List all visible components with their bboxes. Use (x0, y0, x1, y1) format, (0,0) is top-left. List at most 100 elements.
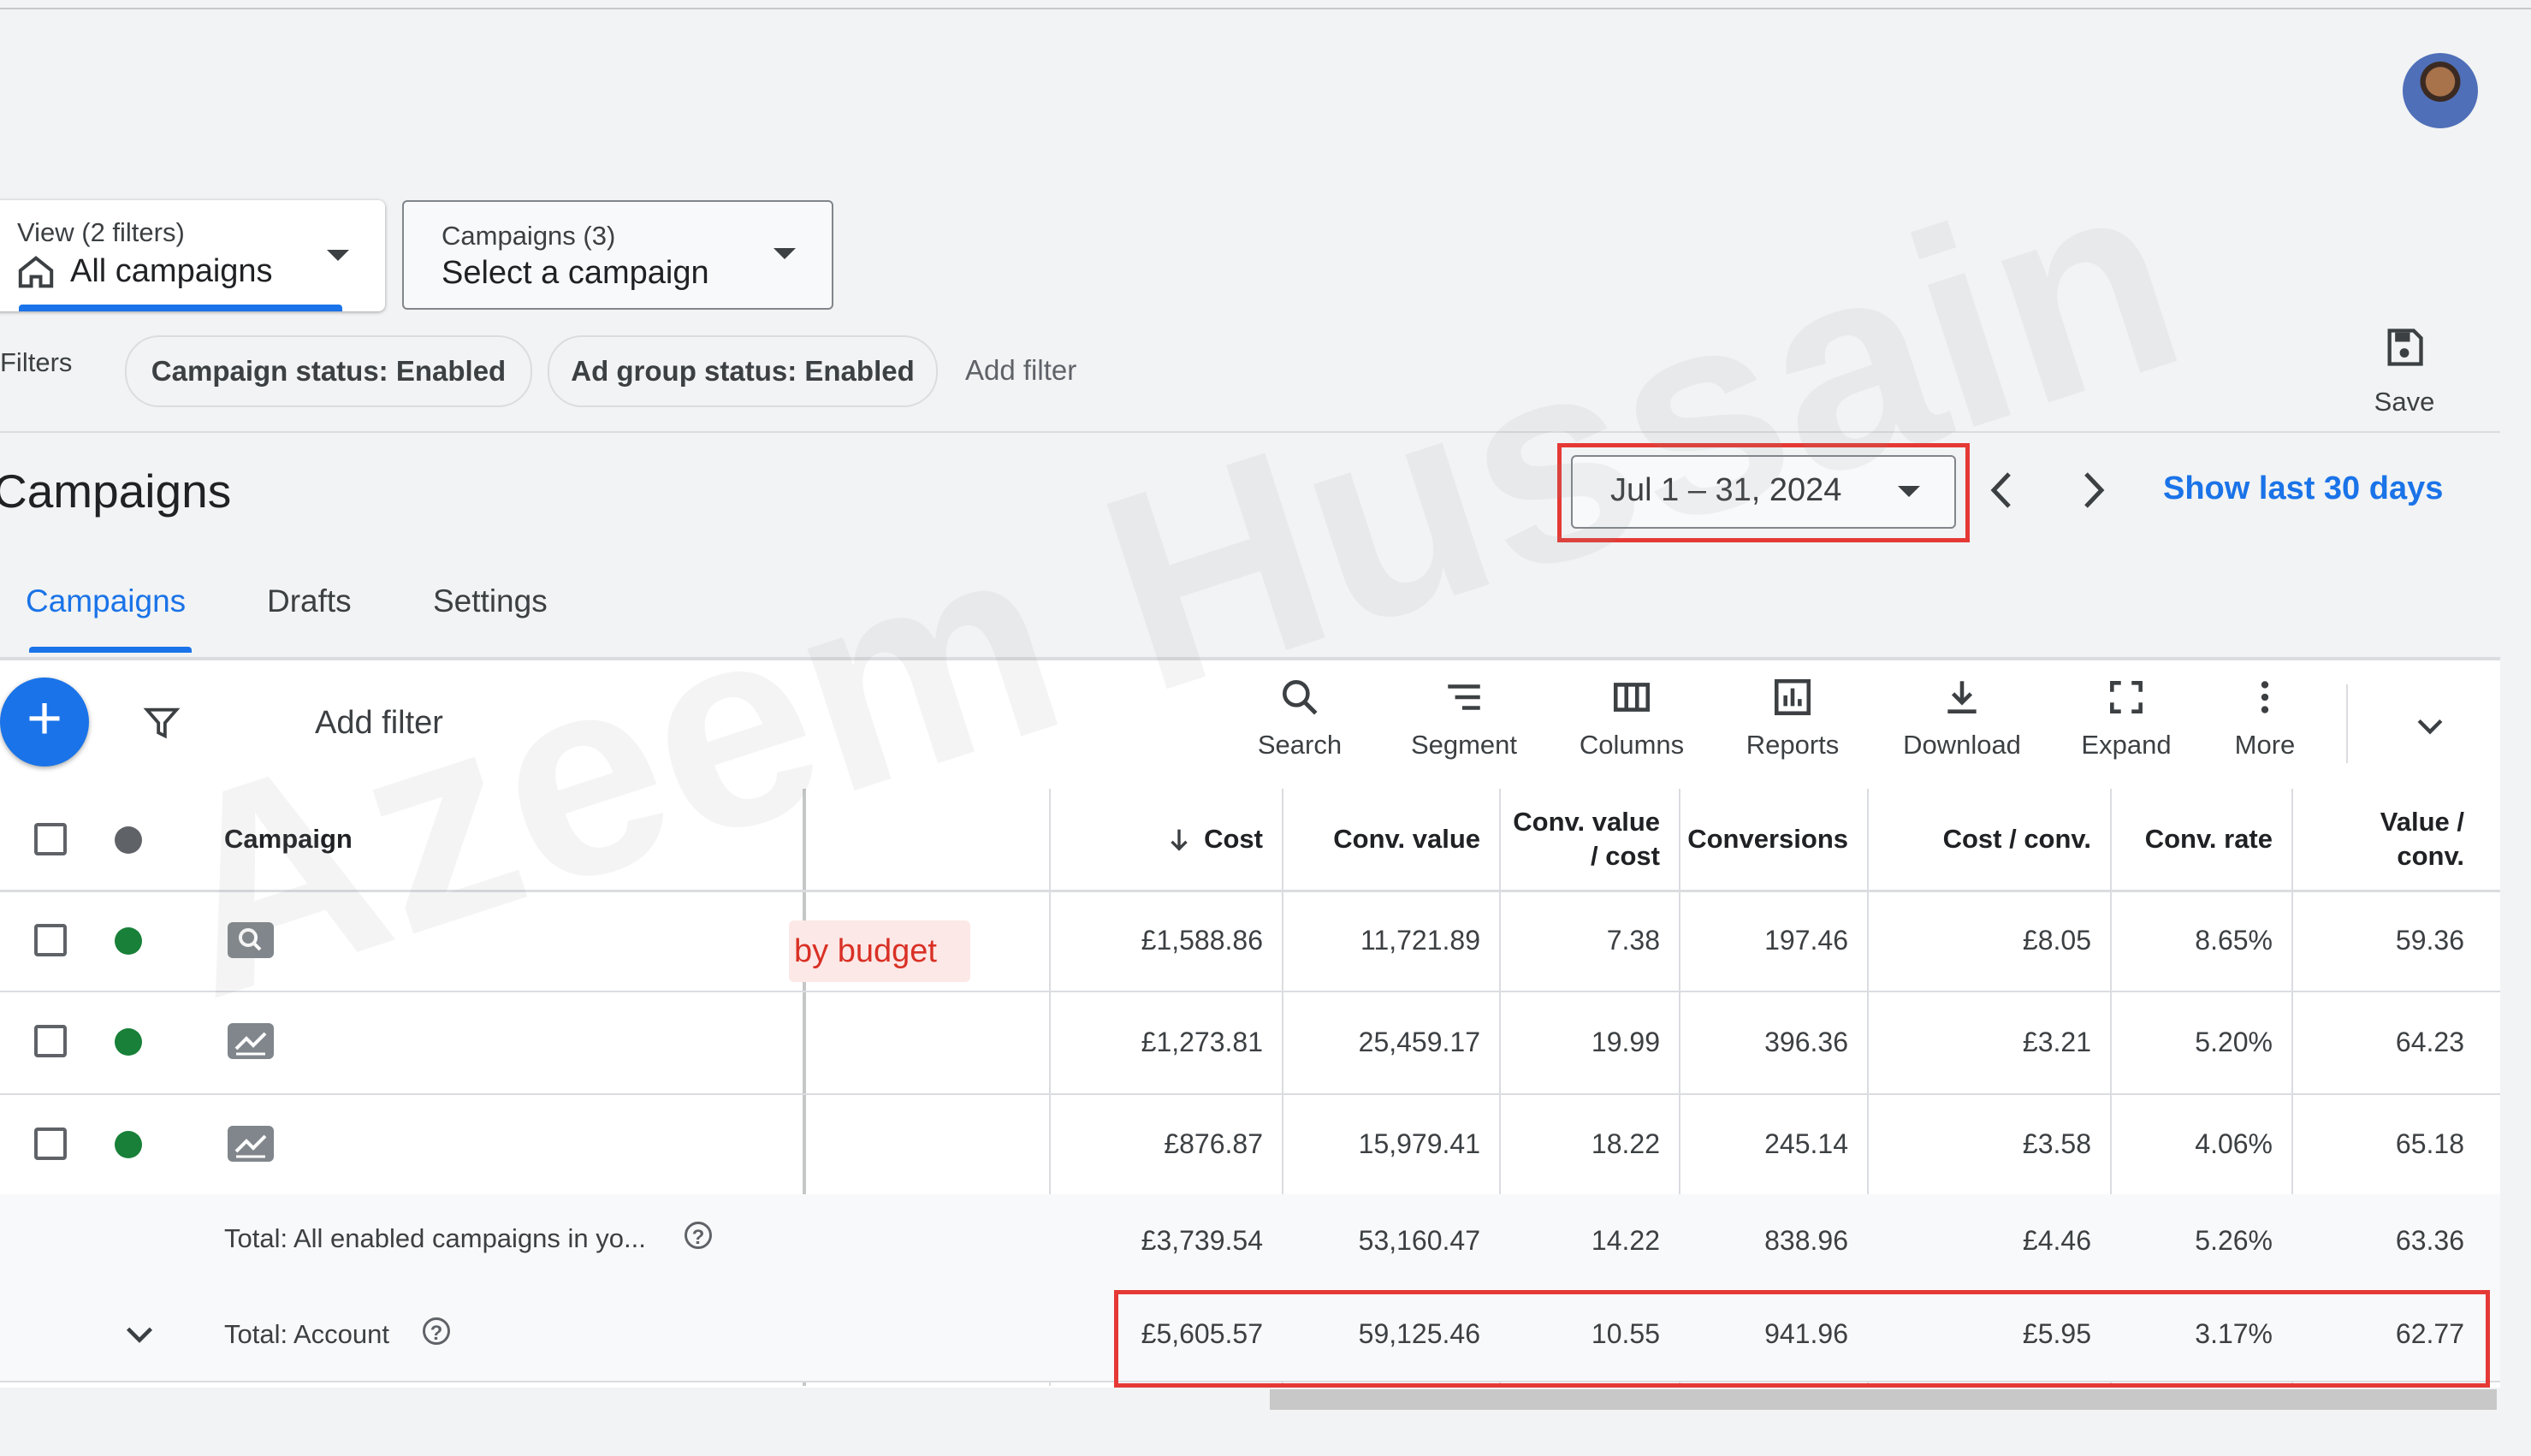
columns-icon (1613, 683, 1651, 712)
expand-tool-label: Expand (2081, 730, 2172, 760)
status-badge: by budget (789, 920, 970, 982)
cell-conv-value-cost: 14.22 (1591, 1224, 1660, 1256)
active-tab-indicator (29, 647, 192, 653)
tab-drafts[interactable]: Drafts (267, 583, 352, 619)
select-all-checkbox[interactable] (34, 823, 67, 855)
header-cost-per-conv[interactable]: Cost / conv. (1867, 789, 2110, 890)
cell-conversions: 396.36 (1764, 1026, 1848, 1057)
performance-max-campaign-icon (228, 1126, 274, 1162)
cell-value-per-conv: 63.36 (2395, 1224, 2464, 1256)
row-checkbox[interactable] (34, 1128, 67, 1160)
save-icon[interactable] (2382, 325, 2427, 370)
campaign-dropdown-label: Campaigns (3) (442, 221, 616, 251)
view-dropdown-underline (19, 305, 342, 311)
top-divider (0, 8, 2531, 9)
more-vert-icon (2261, 681, 2269, 713)
tab-campaigns[interactable]: Campaigns (26, 583, 186, 619)
add-filter-link[interactable]: Add filter (965, 354, 1076, 387)
table-row[interactable]: £876.87 15,979.41 18.22 245.14 £3.58 4.0… (0, 1093, 2500, 1196)
filter-chip-ad-group-status[interactable]: Ad group status: Enabled (548, 335, 938, 407)
columns-tool[interactable]: Columns (1568, 676, 1696, 761)
more-tool[interactable]: More (2201, 676, 2329, 761)
view-dropdown-label: View (2 filters) (17, 217, 185, 247)
cell-value-per-conv: 65.18 (2395, 1128, 2464, 1159)
cell-value-per-conv: 64.23 (2395, 1026, 2464, 1057)
chevron-down-icon (327, 250, 349, 261)
search-tool-label: Search (1257, 730, 1343, 760)
save-label[interactable]: Save (2365, 387, 2444, 417)
reports-icon (1774, 678, 1811, 716)
download-tool-label: Download (1903, 730, 2021, 760)
header-conv-value[interactable]: Conv. value (1282, 789, 1499, 890)
avatar[interactable] (2403, 53, 2478, 128)
cell-cost: £876.87 (1164, 1128, 1263, 1159)
cell-value-per-conv: 59.36 (2395, 924, 2464, 956)
chevron-down-icon[interactable] (2411, 707, 2449, 744)
total-account-label: Total: Account (224, 1319, 390, 1349)
campaign-dropdown-value: Select a campaign (442, 255, 709, 291)
page-title: Campaigns (0, 465, 232, 518)
expand-tool[interactable]: Expand (2062, 676, 2190, 761)
cell-cost: £1,273.81 (1141, 1026, 1263, 1057)
segment-tool-label: Segment (1410, 730, 1518, 760)
cell-conv-value: 25,459.17 (1358, 1026, 1480, 1057)
header-conv-value-cost[interactable]: Conv. value / cost (1499, 789, 1679, 890)
show-last-30-days-link[interactable]: Show last 30 days (2163, 471, 2443, 507)
row-checkbox[interactable] (34, 1025, 67, 1057)
total-enabled-label: Total: All enabled campaigns in yo... (224, 1223, 646, 1253)
download-tool[interactable]: Download (1898, 676, 2026, 761)
cell-conv-value: 53,160.47 (1358, 1224, 1480, 1256)
cell-conv-value-cost: 7.38 (1606, 924, 1660, 956)
help-icon[interactable]: ? (423, 1317, 450, 1345)
row-checkbox[interactable] (34, 924, 67, 956)
cell-cost-per-conv: £4.46 (2022, 1224, 2091, 1256)
status-enabled-dot[interactable] (115, 1028, 142, 1056)
status-column-icon[interactable] (115, 826, 142, 854)
chevron-down-icon (774, 248, 796, 259)
cell-cost: £1,588.86 (1141, 924, 1263, 956)
cell-conv-rate: 5.26% (2195, 1224, 2273, 1256)
horizontal-scrollbar[interactable] (1270, 1389, 2497, 1410)
more-tool-label: More (2234, 730, 2296, 760)
chevron-down-icon[interactable] (120, 1314, 159, 1353)
reports-tool-label: Reports (1746, 730, 1840, 760)
cell-conv-value-cost: 19.99 (1591, 1026, 1660, 1057)
download-icon (1947, 681, 1977, 713)
cell-cost-per-conv: £8.05 (2022, 924, 2091, 956)
toolbar-divider (2346, 684, 2348, 763)
view-dropdown[interactable]: View (2 filters) All campaigns (0, 200, 385, 311)
reports-tool[interactable]: Reports (1728, 676, 1857, 761)
header-value-per-conv[interactable]: Value / conv. (2291, 789, 2500, 890)
arrow-down-icon (1171, 829, 1188, 851)
header-conversions[interactable]: Conversions (1679, 789, 1867, 890)
cell-cost: £3,739.54 (1141, 1224, 1263, 1256)
cell-conversions: 245.14 (1764, 1128, 1848, 1159)
cell-conv-value: 11,721.89 (1360, 924, 1480, 956)
cell-conv-value: 15,979.41 (1358, 1128, 1480, 1159)
cell-conversions: 838.96 (1764, 1224, 1848, 1256)
header-conv-value-cost-line1: Conv. value (1513, 807, 1660, 837)
add-campaign-button[interactable]: + (0, 678, 89, 766)
chevron-right-icon[interactable] (2076, 469, 2110, 512)
segment-tool[interactable]: Segment (1400, 676, 1528, 761)
cell-conv-rate: 8.65% (2195, 924, 2273, 956)
cell-conversions: 197.46 (1764, 924, 1848, 956)
tab-settings[interactable]: Settings (433, 583, 548, 619)
segment-icon (1448, 684, 1480, 710)
cell-cost-per-conv: £3.21 (2022, 1026, 2091, 1057)
campaign-dropdown[interactable]: Campaigns (3) Select a campaign (402, 200, 833, 310)
cell-conv-rate: 4.06% (2195, 1128, 2273, 1159)
total-enabled-row: Total: All enabled campaigns in yo... ? … (0, 1194, 2500, 1288)
help-icon[interactable]: ? (685, 1222, 712, 1249)
header-conv-value-cost-line2: / cost (1591, 841, 1660, 871)
filter-chip-campaign-status[interactable]: Campaign status: Enabled (125, 335, 532, 407)
header-value-per-conv-line1: Value / (2380, 807, 2464, 837)
status-enabled-dot[interactable] (115, 927, 142, 955)
cell-cost-per-conv: £3.58 (2022, 1128, 2091, 1159)
filters-label: Filters (0, 347, 73, 377)
view-dropdown-value: All campaigns (70, 253, 273, 289)
status-enabled-dot[interactable] (115, 1131, 142, 1158)
header-conv-rate[interactable]: Conv. rate (2110, 789, 2291, 890)
home-icon (18, 256, 54, 288)
header-cost[interactable]: Cost (1049, 789, 1282, 890)
